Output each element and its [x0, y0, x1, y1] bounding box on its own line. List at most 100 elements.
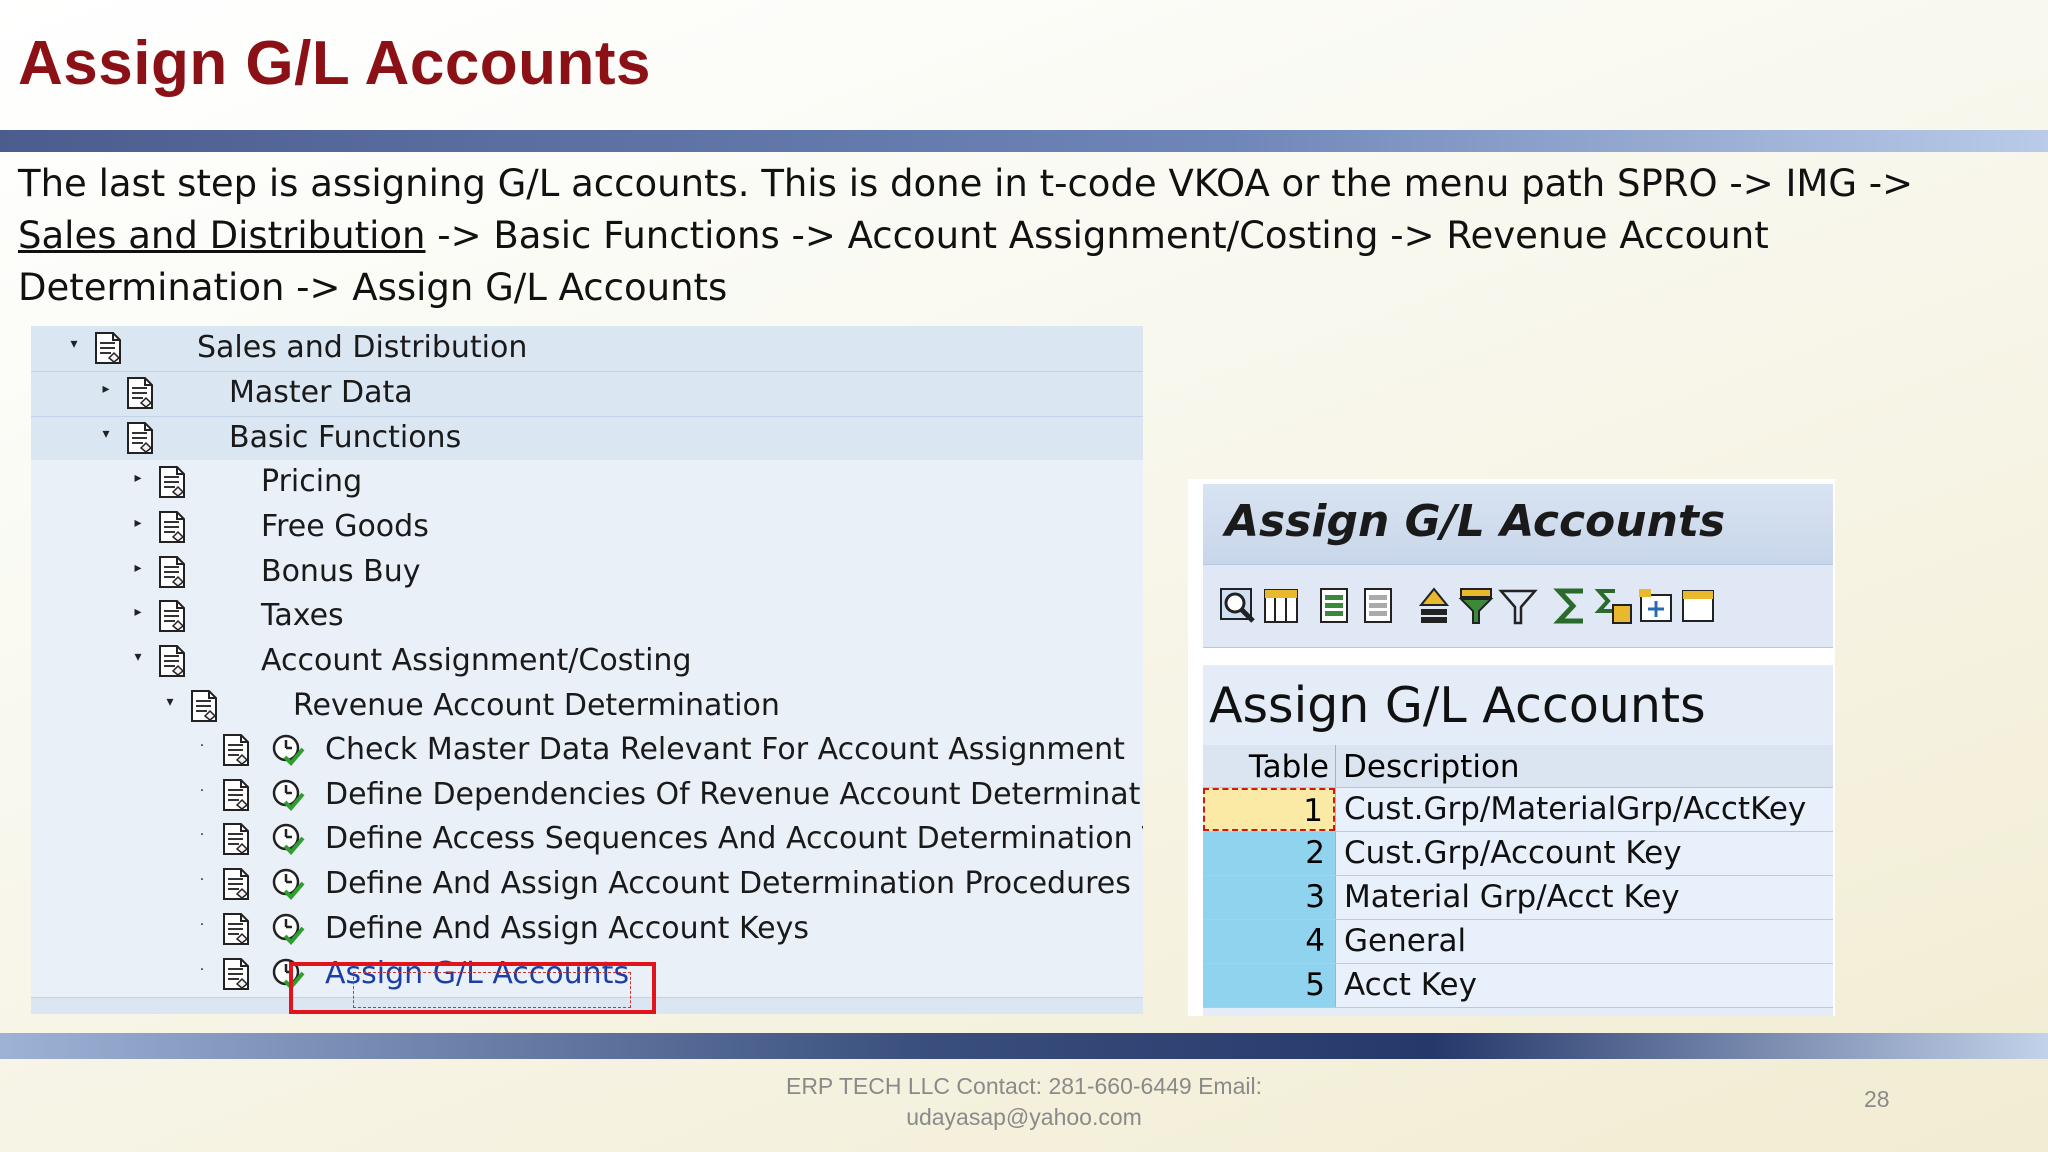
footer-divider-bar — [0, 1033, 2048, 1059]
document-icon — [159, 645, 185, 677]
table-cell-description[interactable]: Cust.Grp/Account Key — [1335, 832, 1833, 875]
tree-row-basic-functions[interactable]: ▾ Basic Functions — [31, 416, 1143, 462]
document-icon — [223, 958, 249, 990]
footer-contact: ERP TECH LLC Contact: 281-660-6449 Email… — [0, 1071, 2048, 1133]
set-filter-icon[interactable] — [1497, 585, 1539, 627]
execute-clock-icon[interactable] — [271, 733, 305, 767]
collapse-icon[interactable]: ▾ — [99, 426, 113, 442]
table-cell-number[interactable]: 2 — [1203, 832, 1335, 875]
tree-item-label: Check Master Data Relevant For Account A… — [325, 732, 1125, 767]
table-row[interactable]: 4 General — [1203, 920, 1833, 964]
document-icon — [159, 556, 185, 588]
intro-text: The last step is assigning G/L accounts.… — [18, 158, 2008, 314]
footer-line-1: ERP TECH LLC Contact: 281-660-6449 Email… — [785, 1073, 1262, 1099]
tree-item-label: Define Dependencies Of Revenue Account D… — [325, 777, 1143, 812]
document-icon — [159, 466, 185, 498]
tree-row-pricing[interactable]: ▸ Pricing — [31, 460, 1143, 506]
expand-icon[interactable]: ▸ — [131, 560, 145, 576]
sap-toolbar — [1203, 564, 1833, 648]
tree-item-label: Master Data — [229, 375, 413, 410]
execute-clock-icon[interactable] — [271, 867, 305, 901]
tree-item-label: Account Assignment/Costing — [261, 643, 692, 678]
page-number: 28 — [1864, 1086, 1890, 1112]
tree-item-label: Sales and Distribution — [197, 330, 528, 365]
table-cell-description[interactable]: Acct Key — [1335, 964, 1833, 1007]
table-cell-description[interactable]: Material Grp/Acct Key — [1335, 876, 1833, 919]
document-icon — [95, 332, 121, 364]
tree-row-check-master-data[interactable]: · Check Master Data Relevant For Account… — [31, 728, 1143, 774]
tree-row-account-assignment-costing[interactable]: ▾ Account Assignment/Costing — [31, 639, 1143, 685]
document-icon — [159, 600, 185, 632]
sum-icon[interactable] — [1551, 585, 1593, 627]
execute-clock-icon[interactable] — [271, 822, 305, 856]
tree-item-label: Free Goods — [261, 509, 429, 544]
tree-row-define-assign-account-keys[interactable]: · Define And Assign Account Keys — [31, 907, 1143, 953]
tree-row-define-access-sequences[interactable]: · Define Access Sequences And Account De… — [31, 817, 1143, 863]
tree-row-bonus-buy[interactable]: ▸ Bonus Buy — [31, 550, 1143, 596]
document-icon — [127, 377, 153, 409]
tree-row-define-dependencies[interactable]: · Define Dependencies Of Revenue Account… — [31, 773, 1143, 819]
tree-item-label: Define And Assign Account Determination … — [325, 866, 1131, 901]
document-icon — [191, 690, 217, 722]
table-row[interactable]: 3 Material Grp/Acct Key — [1203, 876, 1833, 920]
document-icon — [223, 779, 249, 811]
tree-item-label: Bonus Buy — [261, 554, 421, 589]
execute-clock-icon[interactable] — [271, 912, 305, 946]
collapse-icon[interactable]: ▾ — [131, 649, 145, 665]
document-icon — [223, 868, 249, 900]
columns-icon[interactable] — [1261, 585, 1303, 627]
table-cell-number[interactable]: 3 — [1203, 876, 1335, 919]
more-icon[interactable] — [1677, 585, 1719, 627]
column-header-description[interactable]: Description — [1343, 749, 1520, 785]
table-cell-number[interactable]: 5 — [1203, 964, 1335, 1007]
bullet-icon: · — [199, 962, 205, 978]
execute-clock-icon[interactable] — [271, 778, 305, 812]
tree-item-label: Basic Functions — [229, 420, 462, 455]
bullet-icon: · — [199, 872, 205, 888]
filter-icon[interactable] — [1455, 585, 1497, 627]
subtotal-icon[interactable] — [1593, 585, 1635, 627]
tree-row-define-assign-procedures[interactable]: · Define And Assign Account Determinatio… — [31, 862, 1143, 908]
table-header: Table Description — [1203, 745, 1833, 788]
expand-icon[interactable]: ▸ — [99, 381, 113, 397]
tree-item-label: Revenue Account Determination — [293, 688, 780, 723]
table-cell-description[interactable]: Cust.Grp/MaterialGrp/AcctKey — [1335, 788, 1833, 831]
tree-row-free-goods[interactable]: ▸ Free Goods — [31, 505, 1143, 551]
table-row[interactable]: 1 Cust.Grp/MaterialGrp/AcctKey — [1203, 788, 1833, 832]
select-all-icon[interactable] — [1315, 585, 1357, 627]
sap-content: Assign G/L Accounts Table Description 1 … — [1203, 665, 1833, 1016]
sap-titlebar: Assign G/L Accounts — [1203, 484, 1833, 564]
tree-row-master-data[interactable]: ▸ Master Data — [31, 371, 1143, 417]
expand-icon[interactable]: ▸ — [131, 515, 145, 531]
footer-line-2: udayasap@yahoo.com — [906, 1104, 1142, 1130]
document-icon — [223, 823, 249, 855]
table-row[interactable]: 5 Acct Key — [1203, 964, 1833, 1008]
tree-row-revenue-account-determination[interactable]: ▾ Revenue Account Determination — [31, 684, 1143, 730]
sort-ascending-icon[interactable] — [1413, 585, 1455, 627]
img-tree-panel: ▾ Sales and Distribution ▸ Master Data ▾… — [31, 326, 1143, 1014]
sap-window-title: Assign G/L Accounts — [1225, 496, 1726, 547]
bullet-icon: · — [199, 738, 205, 754]
table-cell-number[interactable]: 1 — [1203, 788, 1335, 831]
document-icon — [159, 511, 185, 543]
tree-row-taxes[interactable]: ▸ Taxes — [31, 594, 1143, 640]
details-icon[interactable] — [1217, 585, 1259, 627]
intro-text-part1: The last step is assigning G/L accounts.… — [18, 162, 1914, 205]
collapse-icon[interactable]: ▾ — [67, 336, 81, 352]
table-cell-number[interactable]: 4 — [1203, 920, 1335, 963]
table-row[interactable]: 2 Cust.Grp/Account Key — [1203, 832, 1833, 876]
column-header-table[interactable]: Table — [1209, 749, 1329, 785]
intro-link-sales-distribution[interactable]: Sales and Distribution — [18, 214, 425, 257]
table-cell-description[interactable]: General — [1335, 920, 1833, 963]
expand-icon[interactable]: ▸ — [131, 470, 145, 486]
focus-outline — [353, 972, 631, 1008]
bullet-icon: · — [199, 827, 205, 843]
collapse-icon[interactable]: ▾ — [163, 694, 177, 710]
document-icon — [223, 734, 249, 766]
tree-item-label: Pricing — [261, 464, 363, 499]
document-icon — [223, 913, 249, 945]
export-icon[interactable] — [1635, 585, 1677, 627]
expand-icon[interactable]: ▸ — [131, 604, 145, 620]
tree-row-sales-distribution[interactable]: ▾ Sales and Distribution — [31, 326, 1143, 372]
deselect-all-icon[interactable] — [1359, 585, 1401, 627]
